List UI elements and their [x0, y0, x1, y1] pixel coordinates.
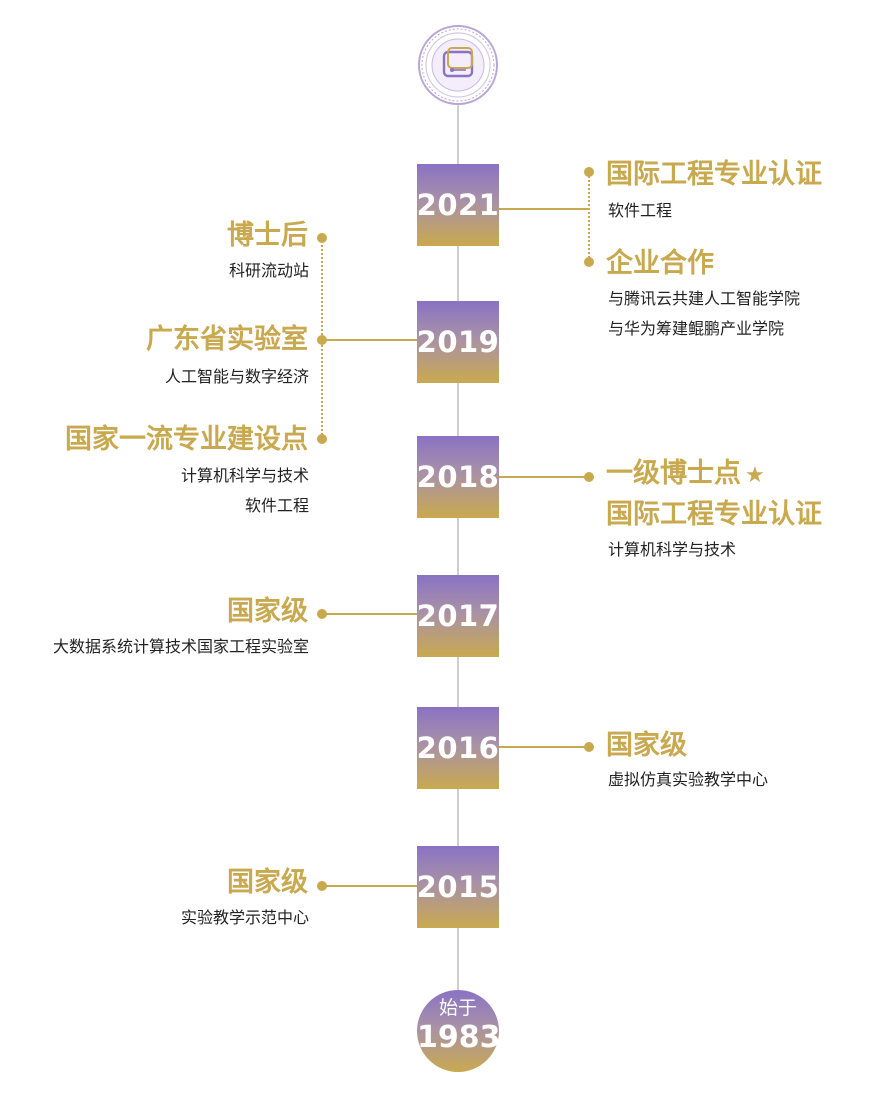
connector-2018 [499, 476, 589, 478]
entry-2021-a-line-1: 软件工程 [608, 201, 673, 220]
entry-2019-a-line-1: 科研流动站 [228, 261, 309, 280]
connector-2021 [499, 208, 589, 210]
dot-2021-b [584, 257, 594, 267]
dot-2017 [317, 609, 327, 619]
entry-2019-c-title: 国家一流专业建设点 [65, 424, 308, 455]
dot-2016 [584, 742, 594, 752]
connector-2016 [499, 746, 589, 748]
year-box-2016: 2016 [417, 707, 499, 789]
dot-2015 [317, 881, 327, 891]
dotted-connector-2021 [588, 172, 590, 262]
dot-2019-a [317, 233, 327, 243]
dot-2021-a [584, 167, 594, 177]
dot-2019-b [317, 335, 327, 345]
entry-2017-line-1: 大数据系统计算技术国家工程实验室 [52, 637, 309, 656]
entry-2021-b-line-1: 与腾讯云共建人工智能学院 [608, 289, 801, 308]
school-seal-logo [417, 24, 499, 106]
entry-2019-b-title: 广东省实验室 [146, 324, 308, 355]
entry-2019-c-line-2: 软件工程 [244, 496, 309, 515]
year-box-2019: 2019 [417, 301, 499, 383]
origin-year: 1983 [417, 1020, 501, 1055]
origin-circle: 始于 1983 [417, 990, 501, 1072]
connector-2019 [322, 339, 417, 341]
connector-2017 [322, 613, 417, 615]
year-box-2021: 2021 [417, 164, 499, 246]
entry-2018-title-1: 一级博士点 ★ [606, 457, 765, 493]
entry-2021-a-title: 国际工程专业认证 [606, 159, 822, 190]
entry-2015-line-1: 实验教学示范中心 [180, 908, 309, 927]
entry-2017-title: 国家级 [227, 596, 308, 627]
year-box-2015: 2015 [417, 846, 499, 928]
entry-2018-title-2: 国际工程专业认证 [606, 499, 822, 530]
connector-2015 [322, 885, 417, 887]
timeline-canvas: 2021 2019 2018 2017 2016 2015 始于 1983 国际… [0, 0, 883, 1108]
entry-2015-title: 国家级 [227, 867, 308, 898]
entry-2016-title: 国家级 [606, 730, 687, 761]
entry-2016-line-1: 虚拟仿真实验教学中心 [608, 770, 769, 789]
year-box-2017: 2017 [417, 575, 499, 657]
entry-2018-line-1: 计算机科学与技术 [608, 540, 737, 559]
entry-2018-title-1-text: 一级博士点 [606, 458, 741, 489]
star-icon: ★ [745, 463, 765, 488]
entry-2021-b-line-2: 与华为筹建鲲鹏产业学院 [608, 319, 785, 338]
year-box-2018: 2018 [417, 436, 499, 518]
dot-2019-c [317, 434, 327, 444]
origin-label: 始于 [438, 997, 477, 1019]
dot-2018 [584, 472, 594, 482]
entry-2021-b-title: 企业合作 [606, 248, 714, 279]
entry-2019-a-title: 博士后 [227, 220, 308, 251]
entry-2019-c-line-1: 计算机科学与技术 [180, 466, 309, 485]
entry-2019-b-line-1: 人工智能与数字经济 [164, 367, 309, 386]
